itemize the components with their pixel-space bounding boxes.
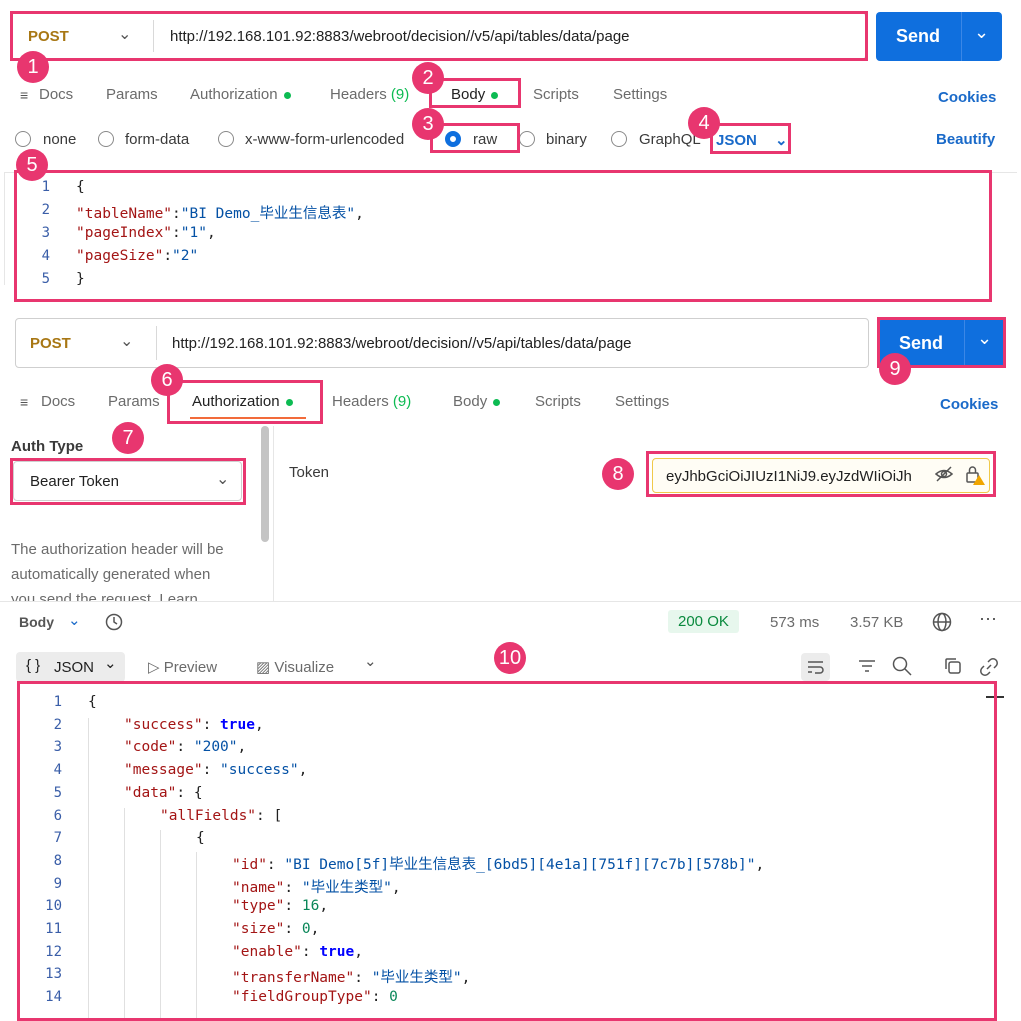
tab-settings[interactable]: Settings [615,393,669,410]
tab-docs[interactable]: Docs [39,86,73,103]
radio-binary[interactable] [519,131,535,147]
auth-help-text: The authorization header will be automat… [11,541,224,601]
history-icon[interactable] [104,612,124,637]
chevron-down-icon: ⌄ [104,655,117,672]
tab-label: Headers [332,393,389,410]
search-icon[interactable] [891,655,913,682]
radio-urlencoded[interactable] [218,131,234,147]
docs-icon: ≡ [20,394,29,410]
cookies-link[interactable]: Cookies [938,89,996,106]
send-label: Send [896,26,941,46]
tab-body[interactable]: Body [453,393,501,410]
response-size: 3.57 KB [850,614,904,631]
highlight-response [17,681,997,1021]
format-select[interactable]: { } JSON ⌄ [16,652,125,682]
headers-count: (9) [390,86,410,103]
visualize-button[interactable]: ▨ Visualize [256,658,334,676]
send-button[interactable]: Send ⌄ [876,12,1002,61]
braces-icon: { } [26,657,41,674]
highlight-token [646,451,996,497]
scrollbar[interactable] [261,426,269,542]
radio-form-data[interactable] [98,131,114,147]
divider [0,601,1021,602]
copy-icon[interactable] [943,656,963,681]
radio-form-data-label: form-data [125,131,190,148]
status-dot [493,398,501,406]
token-label: Token [289,464,330,481]
radio-none-label: none [43,131,77,148]
tab-authorization[interactable]: Authorization [190,86,291,103]
more-icon[interactable]: ⋯ [979,609,997,630]
wrap-lines-button[interactable] [801,653,830,681]
divider [961,12,962,61]
annotation-badge: 2 [412,62,444,94]
tab-settings[interactable]: Settings [613,86,667,103]
preview-button[interactable]: ▷ Preview [148,658,217,676]
tab-docs[interactable]: Docs [41,393,75,410]
divider [156,326,157,360]
tab-headers[interactable]: Headers (9) [332,393,411,410]
cookies-link[interactable]: Cookies [940,396,998,413]
tab-params[interactable]: Params [108,393,160,410]
annotation-badge: 9 [879,353,911,385]
format-label: JSON [54,659,95,676]
globe-icon[interactable] [931,611,953,638]
highlight-auth-tab [167,380,323,424]
tab-label: Body [453,393,488,410]
beautify-link[interactable]: Beautify [936,131,995,148]
annotation-badge: 10 [494,642,526,674]
tab-headers[interactable]: Headers (9) [330,86,409,103]
response-body-label[interactable]: Body [19,614,54,630]
highlight-url-bar [10,11,868,61]
image-icon: ▨ [256,659,275,676]
chevron-down-icon[interactable]: ⌄ [120,331,133,351]
annotation-badge: 6 [151,364,183,396]
response-time: 573 ms [770,614,820,631]
annotation-badge: 3 [412,108,444,140]
highlight-format-select [710,123,791,154]
chevron-down-icon[interactable]: ⌄ [68,611,81,629]
highlight-auth-type [10,458,246,505]
auth-type-label: Auth Type [11,438,84,455]
annotation-badge: 1 [17,51,49,83]
tab-scripts[interactable]: Scripts [533,86,579,103]
annotation-badge: 5 [16,149,48,181]
annotation-badge: 7 [112,422,144,454]
chevron-down-icon[interactable]: ⌄ [364,652,377,670]
radio-binary-label: binary [546,131,587,148]
divider [273,426,274,601]
radio-urlencoded-label: x-www-form-urlencoded [245,131,405,148]
tab-params[interactable]: Params [106,86,158,103]
chevron-down-icon[interactable]: ⌄ [974,22,989,43]
tab-label: Headers [330,86,387,103]
radio-none[interactable] [15,131,31,147]
docs-icon: ≡ [20,87,29,103]
highlight-body-editor [14,170,992,302]
url-input[interactable]: http://192.168.101.92:8883/webroot/decis… [172,335,632,352]
headers-count: (9) [392,393,412,410]
method-select[interactable]: POST [30,335,71,352]
play-icon: ▷ [148,659,164,676]
radio-graphql[interactable] [611,131,627,147]
status-badge: 200 OK [668,610,739,633]
filter-icon[interactable] [857,656,877,681]
tab-label: Authorization [190,86,278,103]
annotation-badge: 4 [688,107,720,139]
status-dot [283,91,291,99]
annotation-badge: 8 [602,458,634,490]
tab-scripts[interactable]: Scripts [535,393,581,410]
link-icon[interactable] [978,656,1000,683]
